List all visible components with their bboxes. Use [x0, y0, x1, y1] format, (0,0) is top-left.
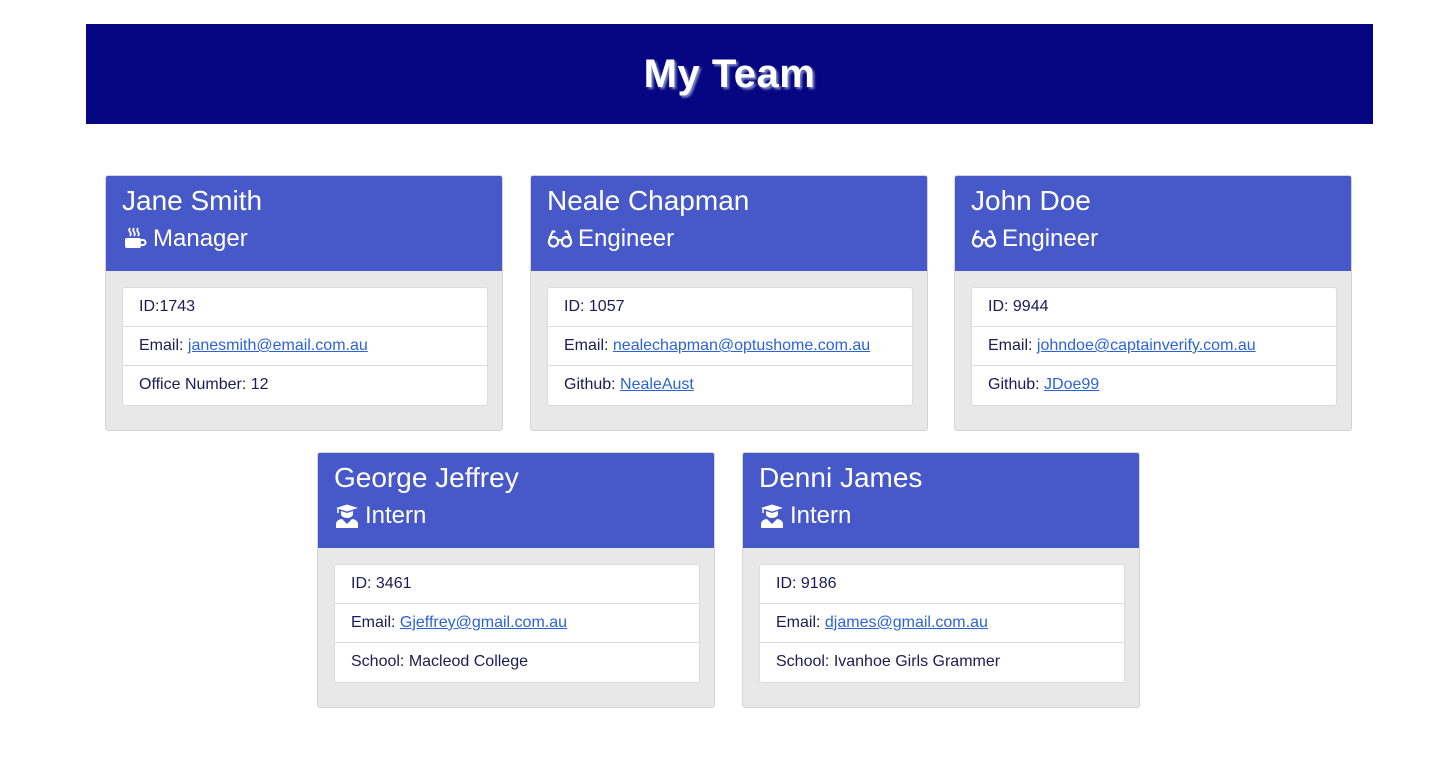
- school-label: School:: [351, 653, 409, 670]
- id-label: ID:: [776, 575, 801, 592]
- employee-card-intern: Denni James Intern ID: 9186 Email: djame…: [742, 452, 1140, 708]
- email-label: Email:: [776, 614, 825, 631]
- id-label: ID:: [564, 298, 589, 315]
- employee-role: Engineer: [971, 224, 1335, 254]
- glasses-icon: [971, 226, 997, 252]
- card-header: Jane Smith Manager: [106, 176, 502, 271]
- email-link[interactable]: janesmith@email.com.au: [188, 337, 368, 354]
- school-row: School: Macleod College: [335, 643, 699, 682]
- email-label: Email:: [139, 337, 188, 354]
- employee-name: Denni James: [759, 462, 923, 493]
- coffee-icon: [122, 226, 148, 252]
- employee-name: Neale Chapman: [547, 185, 750, 216]
- page-title: My Team: [643, 51, 816, 96]
- email-row: Email: johndoe@captainverify.com.au: [972, 327, 1336, 366]
- id-row: ID: 9186: [760, 565, 1124, 604]
- employee-card-intern: George Jeffrey Intern ID: 3461 Email: Gj…: [317, 452, 715, 708]
- school-value: Ivanhoe Girls Grammer: [833, 653, 1001, 670]
- role-label: Intern: [365, 502, 427, 529]
- card-header: Denni James Intern: [743, 453, 1139, 548]
- employee-card-engineer: John Doe Engineer ID: 9944 Email: johndo…: [954, 175, 1352, 431]
- id-row: ID:1743: [123, 288, 487, 327]
- id-row: ID: 1057: [548, 288, 912, 327]
- school-row: School: Ivanhoe Girls Grammer: [760, 643, 1124, 682]
- card-header: George Jeffrey Intern: [318, 453, 714, 548]
- info-list: ID:1743 Email: janesmith@email.com.au Of…: [122, 287, 488, 406]
- github-row: Github: NealeAust: [548, 366, 912, 405]
- email-row: Email: nealechapman@optushome.com.au: [548, 327, 912, 366]
- email-link[interactable]: nealechapman@optushome.com.au: [613, 337, 870, 354]
- email-row: Email: djames@gmail.com.au: [760, 604, 1124, 643]
- info-list: ID: 9186 Email: djames@gmail.com.au Scho…: [759, 564, 1125, 683]
- employee-name: Jane Smith: [122, 185, 263, 216]
- graduate-icon: [759, 503, 785, 529]
- employee-role: Intern: [759, 501, 1123, 531]
- office-number-value: 12: [250, 376, 269, 393]
- email-row: Email: Gjeffrey@gmail.com.au: [335, 604, 699, 643]
- email-label: Email:: [564, 337, 613, 354]
- id-row: ID: 9944: [972, 288, 1336, 327]
- github-link[interactable]: JDoe99: [1044, 376, 1099, 393]
- page-header: My Team: [86, 24, 1373, 124]
- github-label: Github:: [988, 376, 1045, 393]
- email-label: Email:: [351, 614, 400, 631]
- graduate-icon: [334, 503, 360, 529]
- email-label: Email:: [988, 337, 1037, 354]
- id-label: ID:: [988, 298, 1013, 315]
- id-row: ID: 3461: [335, 565, 699, 604]
- email-link[interactable]: johndoe@captainverify.com.au: [1037, 337, 1256, 354]
- id-value: 9944: [1012, 298, 1049, 315]
- employee-role: Engineer: [547, 224, 911, 254]
- id-label: ID:: [139, 298, 160, 315]
- role-label: Engineer: [578, 225, 675, 252]
- github-link[interactable]: NealeAust: [620, 376, 694, 393]
- employee-name: John Doe: [971, 185, 1091, 216]
- info-list: ID: 3461 Email: Gjeffrey@gmail.com.au Sc…: [334, 564, 700, 683]
- id-label: ID:: [351, 575, 376, 592]
- email-link[interactable]: djames@gmail.com.au: [825, 614, 988, 631]
- id-value: 1743: [159, 298, 196, 315]
- role-label: Manager: [153, 225, 248, 252]
- github-row: Github: JDoe99: [972, 366, 1336, 405]
- office-number-label: Office Number:: [139, 376, 251, 393]
- glasses-icon: [547, 226, 573, 252]
- school-value: Macleod College: [408, 653, 528, 670]
- role-label: Intern: [790, 502, 852, 529]
- role-label: Engineer: [1002, 225, 1099, 252]
- github-label: Github:: [564, 376, 621, 393]
- card-header: Neale Chapman Engineer: [531, 176, 927, 271]
- email-row: Email: janesmith@email.com.au: [123, 327, 487, 366]
- info-list: ID: 1057 Email: nealechapman@optushome.c…: [547, 287, 913, 406]
- id-value: 3461: [375, 575, 412, 592]
- info-list: ID: 9944 Email: johndoe@captainverify.co…: [971, 287, 1337, 406]
- employee-role: Manager: [122, 224, 486, 254]
- id-value: 1057: [588, 298, 625, 315]
- employee-role: Intern: [334, 501, 698, 531]
- email-link[interactable]: Gjeffrey@gmail.com.au: [400, 614, 567, 631]
- employee-name: George Jeffrey: [334, 462, 519, 493]
- office-number-row: Office Number: 12: [123, 366, 487, 405]
- id-value: 9186: [800, 575, 837, 592]
- employee-card-manager: Jane Smith Manager ID:1743 Email: janesm…: [105, 175, 503, 431]
- employee-card-engineer: Neale Chapman Engineer ID: 1057 Email: n…: [530, 175, 928, 431]
- school-label: School:: [776, 653, 834, 670]
- card-header: John Doe Engineer: [955, 176, 1351, 271]
